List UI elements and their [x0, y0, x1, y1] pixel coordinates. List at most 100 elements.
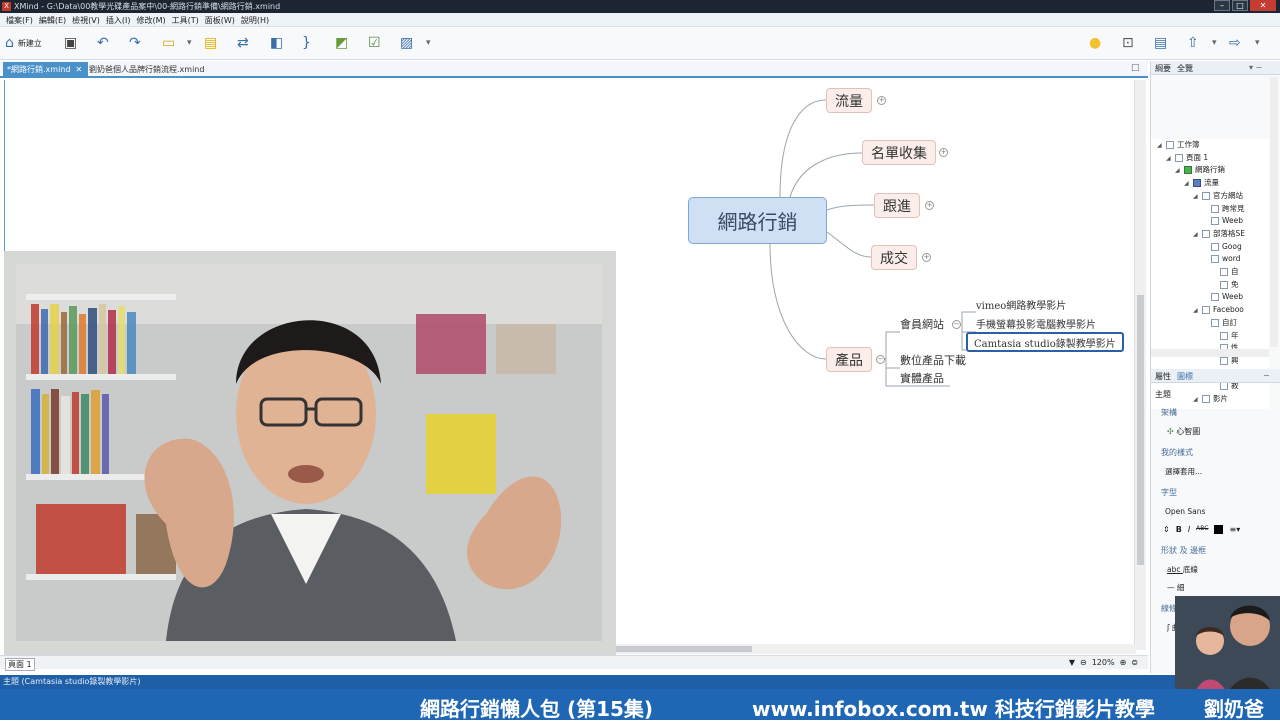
export-icon[interactable]: ⇨ [1229, 34, 1241, 52]
share-chevron-down-icon[interactable]: ▾ [1212, 34, 1217, 52]
maximize-button[interactable]: □ [1232, 0, 1248, 11]
collapse-product-icon[interactable]: − [876, 355, 885, 364]
minimize-button[interactable]: – [1214, 0, 1230, 11]
outline-tree-item[interactable]: 跨常見 [1202, 203, 1245, 215]
topic-node-icon [1211, 318, 1219, 327]
topic-node-icon [1211, 217, 1219, 226]
strikethrough-icon[interactable]: ABC [1196, 525, 1208, 534]
outline-tree-item[interactable]: word [1202, 253, 1240, 265]
topic-product[interactable]: 產品 [826, 347, 872, 372]
outline-tree-item[interactable]: Goog [1202, 241, 1242, 253]
outline-tree-item[interactable]: ◢ 網路行銷 [1175, 164, 1225, 176]
topic-conversion[interactable]: 成交 [871, 245, 917, 270]
topic-physical-product[interactable]: 實體產品 [900, 370, 944, 386]
align-icon[interactable]: ≡▾ [1229, 525, 1240, 534]
topic-phone-projection-video[interactable]: 手機螢幕投影電腦教學影片 [976, 316, 1096, 331]
panel-minimize-icon[interactable]: − [1263, 371, 1270, 380]
shape-border-label: 形狀 及 邊框 [1161, 546, 1207, 555]
topic-node-icon [1202, 306, 1210, 315]
zoom-fit-icon[interactable]: ⊜ [1131, 658, 1138, 667]
outline-tree-item[interactable]: Weeb [1202, 291, 1243, 303]
border-width-select[interactable]: — 細 [1167, 582, 1184, 593]
outline-tree-item[interactable]: ◢ 部落格SE [1193, 228, 1245, 240]
topic-digital-download[interactable]: 數位產品下載 [900, 352, 966, 368]
central-topic[interactable]: 網路行銷 [688, 197, 827, 244]
zoom-out-icon[interactable]: ⊖ [1080, 658, 1087, 667]
scroll-thumb[interactable] [616, 646, 752, 652]
expand-arrow-icon[interactable]: ◢ [1193, 191, 1202, 203]
outline-tree-item[interactable]: Weeb [1202, 215, 1243, 227]
topic-node-icon [1211, 242, 1219, 251]
sheet-tab[interactable]: 頁面 1 [5, 658, 35, 671]
topic-vimeo-video[interactable]: vimeo網路教學影片 [976, 297, 1066, 312]
italic-icon[interactable]: I [1188, 525, 1190, 534]
zoom-in-icon[interactable]: ⊕ [1120, 658, 1127, 667]
expand-traffic-icon[interactable]: + [877, 96, 886, 105]
scroll-thumb[interactable] [1137, 295, 1144, 565]
outline-tree-item[interactable]: 年 [1211, 330, 1239, 342]
outline-tree-item[interactable]: ◢ 官方網站 [1193, 190, 1243, 202]
structure-select[interactable]: ✣ 心智圖 [1167, 426, 1200, 437]
outline-tree-item[interactable]: 自 [1211, 266, 1239, 278]
topic-member-site[interactable]: 會員網站 [900, 316, 944, 332]
expand-arrow-icon[interactable]: ◢ [1175, 165, 1184, 177]
outline-tree-item[interactable]: 自訂 [1202, 317, 1237, 329]
outline-tree-item[interactable]: 免 [1211, 279, 1239, 291]
outline-panel-header: 綱要 全覽 ▾ − [1151, 61, 1280, 75]
expand-arrow-icon[interactable]: ◢ [1184, 178, 1193, 190]
topic-follow-up[interactable]: 跟進 [874, 193, 920, 218]
topic-traffic[interactable]: 流量 [826, 88, 872, 113]
font-select[interactable]: Open Sans [1165, 507, 1205, 516]
canvas-horizontal-scrollbar[interactable] [616, 644, 1136, 654]
outline-item-label: Weeb [1222, 292, 1243, 302]
status-bar: 頁面 1 ▼ ⊖ 120% ⊕ ⊜ [0, 655, 1148, 671]
tab-overview[interactable]: 全覽 [1177, 63, 1193, 74]
banner-website: www.infobox.com.tw 科技行銷影片教學 [752, 697, 1155, 721]
my-style-select[interactable]: 選擇套用... [1165, 466, 1202, 477]
outline-item-label: 自訂 [1222, 317, 1237, 327]
topic-lead-capture[interactable]: 名單收集 [862, 140, 936, 165]
topic-camtasia-video-selected[interactable]: Camtasia studio錄製教學影片 [966, 332, 1124, 352]
tab-outline[interactable]: 綱要 [1155, 63, 1171, 74]
window-controls: – □ ✕ [1214, 0, 1276, 11]
outline-tree-item[interactable]: ◢ 影片 [1193, 393, 1228, 405]
expand-arrow-icon[interactable]: ◢ [1193, 394, 1202, 406]
share-icon[interactable]: ⇧ [1187, 34, 1199, 52]
outline-horizontal-scrollbar[interactable] [1151, 349, 1269, 357]
panel-menu-icon[interactable]: ▾ − [1249, 63, 1262, 72]
outline-item-label: 頁面 1 [1186, 152, 1209, 162]
outline-item-label: 自 [1231, 267, 1239, 276]
export-chevron-down-icon[interactable]: ▾ [1255, 34, 1260, 52]
canvas-vertical-scrollbar[interactable] [1134, 80, 1146, 650]
collapse-member-site-icon[interactable]: − [952, 320, 961, 329]
outline-item-label: 網路行銷 [1195, 165, 1225, 175]
topic-node-icon [1184, 166, 1192, 175]
outline-item-label: 官方網站 [1213, 190, 1243, 200]
zoom-level[interactable]: 120% [1092, 658, 1115, 667]
expand-arrow-icon[interactable]: ◢ [1193, 305, 1202, 317]
expand-lead-capture-icon[interactable]: + [939, 148, 948, 157]
outline-item-label: 年 [1231, 330, 1239, 340]
outline-tree-item[interactable]: ◢ Faceboo [1193, 304, 1244, 316]
font-color-icon[interactable] [1214, 525, 1224, 534]
outline-vertical-scrollbar[interactable] [1270, 77, 1278, 347]
expand-arrow-icon[interactable]: ◢ [1166, 153, 1175, 165]
expand-follow-up-icon[interactable]: + [925, 201, 934, 210]
close-button[interactable]: ✕ [1250, 0, 1276, 11]
tab-markers[interactable]: 圖標 [1177, 371, 1193, 382]
topic-node-icon [1166, 141, 1174, 149]
font-label: 字型 [1161, 488, 1177, 497]
expand-conversion-icon[interactable]: + [922, 253, 931, 262]
expand-arrow-icon[interactable]: ◢ [1157, 140, 1166, 152]
shape-select[interactable]: abc 底線 [1167, 564, 1198, 575]
topic-node-icon [1220, 356, 1228, 365]
expand-arrow-icon[interactable]: ◢ [1193, 229, 1202, 241]
tab-properties[interactable]: 屬性 [1155, 371, 1171, 382]
layout-icon[interactable]: ▤ [1154, 34, 1167, 52]
outline-tree-item[interactable]: ◢ 工作簿 [1157, 139, 1200, 151]
outline-tree-item[interactable]: ◢ 頁面 1 [1166, 152, 1208, 164]
bold-icon[interactable]: B [1176, 525, 1182, 534]
filter-icon[interactable]: ▼ [1069, 658, 1075, 667]
outline-tree-item[interactable]: ◢ 流量 [1184, 177, 1219, 189]
font-size-stepper-icon[interactable]: ⇕ [1163, 525, 1170, 534]
